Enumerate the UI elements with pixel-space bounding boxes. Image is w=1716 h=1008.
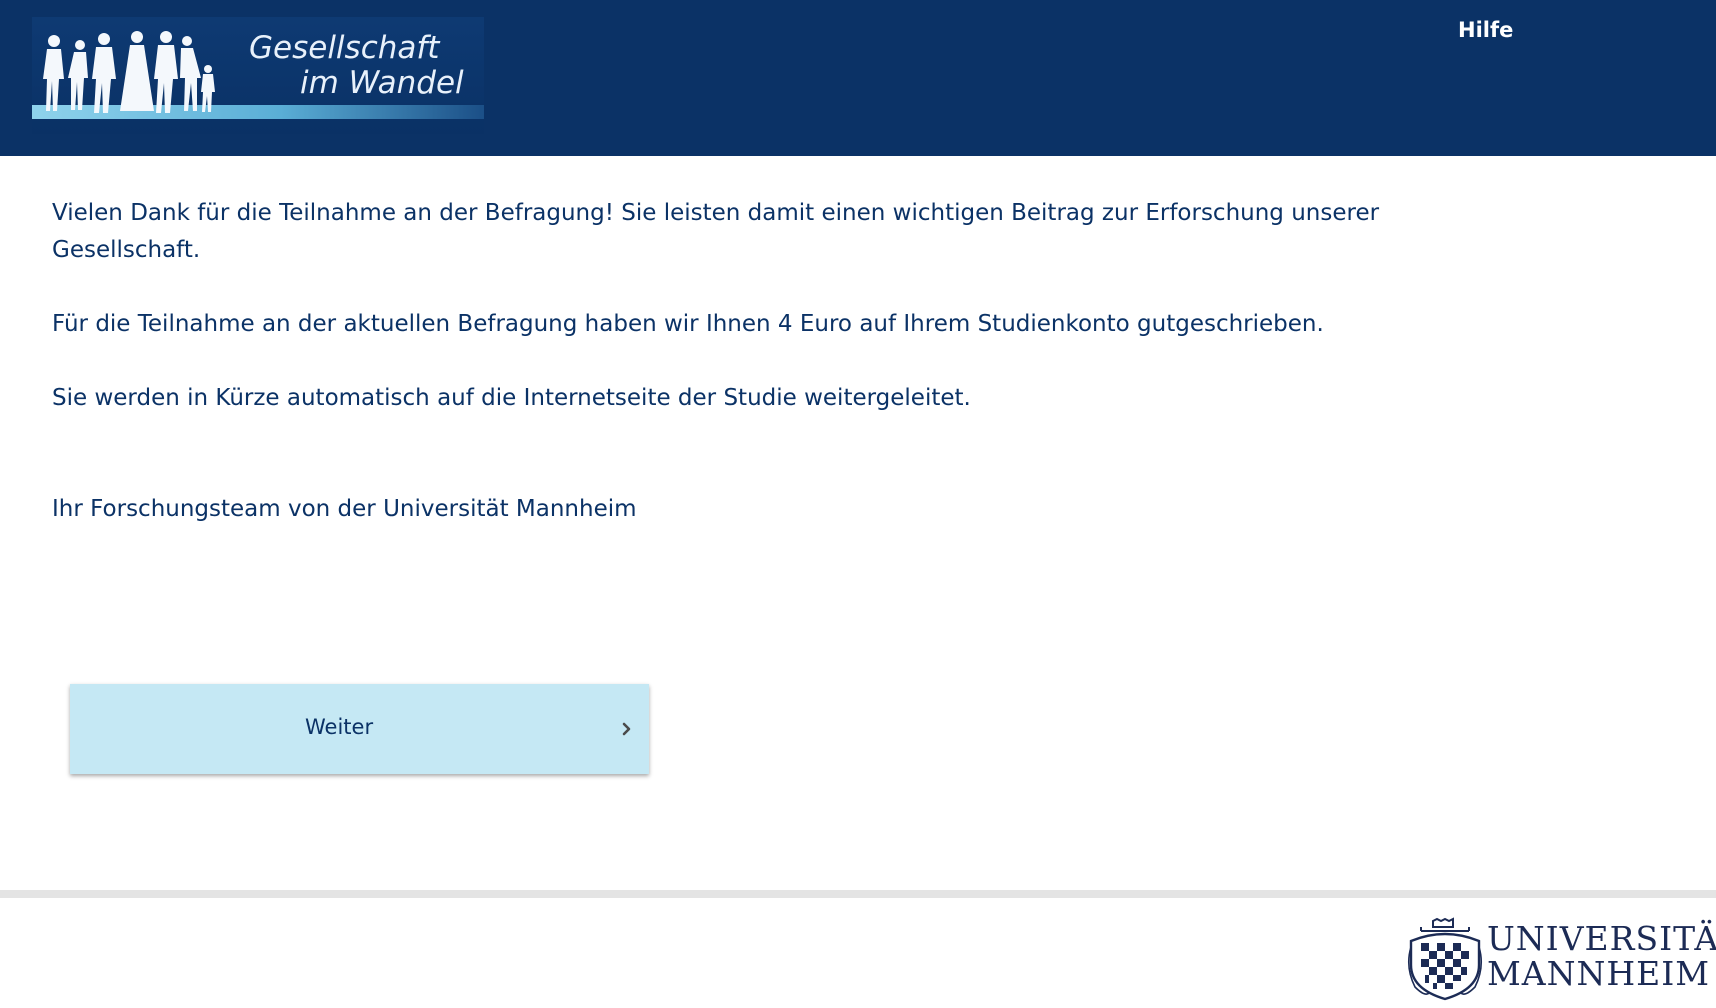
university-line-2: MANNHEIM bbox=[1487, 954, 1711, 993]
chevron-right-icon bbox=[622, 722, 631, 736]
university-crest-icon bbox=[1407, 917, 1483, 1001]
credit-paragraph: Für die Teilnahme an der aktuellen Befra… bbox=[52, 311, 1324, 337]
signature-paragraph: Ihr Forschungsteam von der Universität M… bbox=[52, 496, 637, 522]
thank-you-message: Vielen Dank für die Teilnahme an der Bef… bbox=[52, 195, 1432, 528]
footer-divider bbox=[0, 890, 1716, 898]
gesellschaft-im-wandel-logo: Gesellschaft im Wandel bbox=[32, 17, 484, 134]
university-wordmark: UNIVERSITÄT MANNHEIM bbox=[1487, 921, 1716, 991]
redirect-paragraph: Sie werden in Kürze automatisch auf die … bbox=[52, 385, 971, 411]
thanks-paragraph: Vielen Dank für die Teilnahme an der Bef… bbox=[52, 200, 1380, 263]
next-button[interactable]: Weiter bbox=[70, 684, 649, 774]
university-line-1: UNIVERSITÄT bbox=[1487, 919, 1716, 958]
site-header: Gesellschaft im Wandel Hilfe bbox=[0, 0, 1716, 156]
next-button-label: Weiter bbox=[305, 715, 374, 739]
logo-line-2: im Wandel bbox=[300, 65, 464, 101]
logo-line-1: Gesellschaft bbox=[249, 30, 440, 66]
logo-wordmark: Gesellschaft im Wandel bbox=[32, 17, 484, 134]
universitaet-mannheim-logo: UNIVERSITÄT MANNHEIM bbox=[1405, 917, 1716, 1003]
help-link[interactable]: Hilfe bbox=[1458, 18, 1513, 42]
